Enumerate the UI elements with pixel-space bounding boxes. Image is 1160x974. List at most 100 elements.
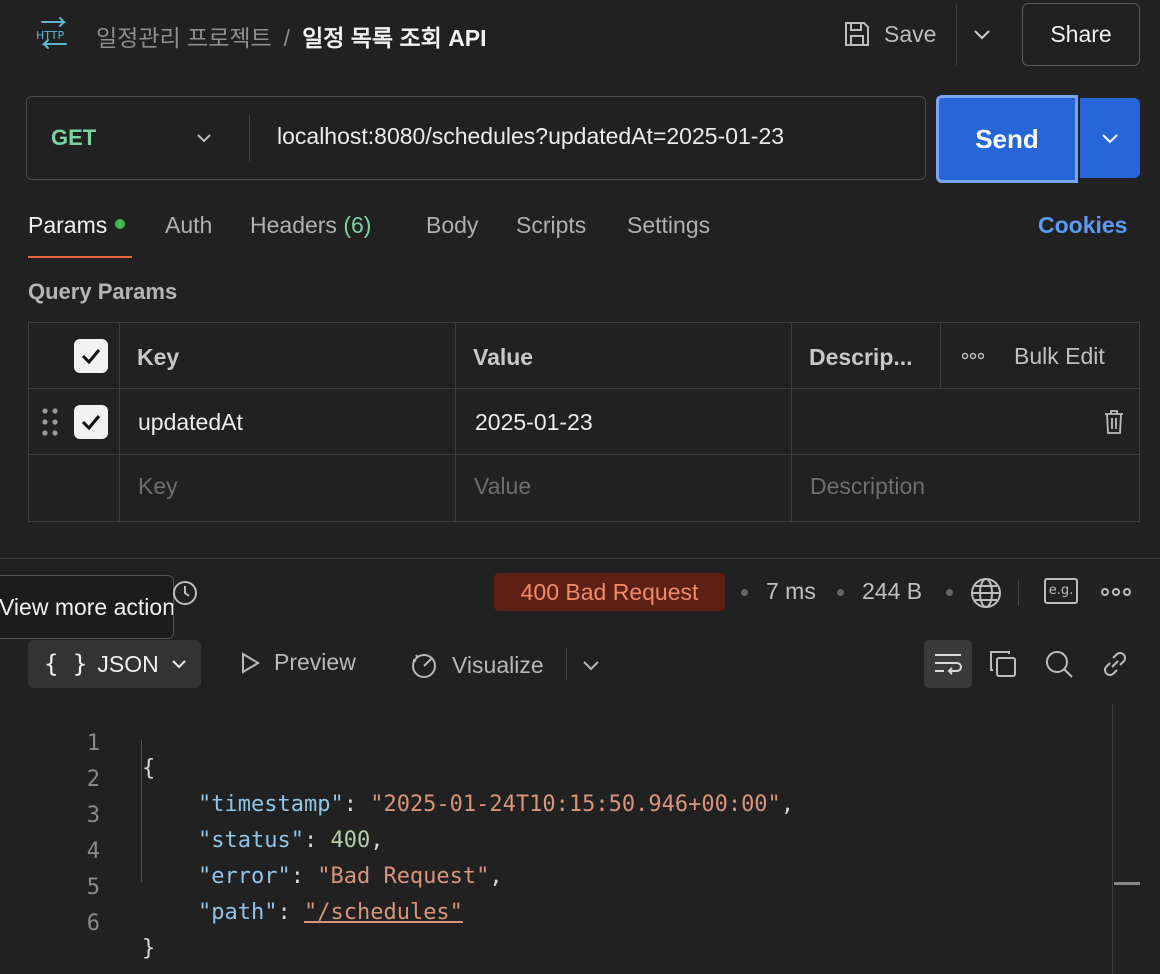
save-icon: [845, 22, 869, 46]
line-number: 6: [86, 911, 100, 936]
code-line: 2 "timestamp": "2025-01-24T10:15:50.946+…: [0, 742, 794, 817]
json-key: "timestamp": [198, 792, 344, 817]
request-title[interactable]: 일정 목록 조회 API: [302, 25, 486, 51]
tab-headers-label: Headers: [250, 212, 337, 238]
tab-scripts[interactable]: Scripts: [516, 212, 586, 239]
check-icon: [81, 415, 101, 431]
chevron-down-icon: [171, 660, 186, 669]
format-select[interactable]: { } JSON: [28, 640, 201, 688]
visualize-button[interactable]: Visualize: [408, 649, 544, 681]
line-number: 4: [86, 839, 100, 864]
line-number: 3: [86, 803, 100, 828]
chevron-down-icon[interactable]: [970, 22, 994, 46]
tab-body[interactable]: Body: [426, 212, 478, 239]
json-key: "path": [198, 900, 278, 925]
visualize-icon: [412, 654, 436, 678]
save-as-example-button[interactable]: e.g.: [1044, 578, 1078, 604]
json-value: 400: [330, 828, 371, 853]
status-badge[interactable]: 400 Bad Request: [494, 573, 725, 611]
col-divider: [940, 323, 941, 388]
row-divider: [29, 388, 1139, 389]
bulk-edit-button[interactable]: Bulk Edit: [1014, 343, 1105, 370]
history-icon[interactable]: [172, 580, 198, 606]
code-text: "error": "Bad Request",: [198, 864, 503, 889]
code-text: "path": "/schedules": [198, 900, 463, 925]
drag-handle-icon[interactable]: [41, 407, 59, 437]
code-text: }: [142, 936, 156, 961]
preview-button[interactable]: Preview: [238, 649, 356, 676]
select-all-checkbox[interactable]: [74, 339, 108, 373]
save-divider: [956, 4, 957, 66]
json-comma: ,: [370, 828, 384, 853]
format-label: JSON: [97, 650, 159, 677]
visualize-label: Visualize: [452, 651, 544, 678]
line-number: 1: [86, 731, 100, 756]
column-header-key: Key: [137, 344, 180, 370]
method-select[interactable]: GET: [51, 125, 96, 151]
more-options-icon[interactable]: [962, 352, 984, 360]
column-header-description: Descrip...: [809, 344, 913, 370]
param-enabled-checkbox[interactable]: [74, 405, 108, 439]
scrollbar-track[interactable]: [1112, 704, 1113, 974]
svg-text:HTTP: HTTP: [36, 29, 65, 42]
meta-separator: [946, 589, 953, 596]
globe-icon[interactable]: [969, 576, 1003, 610]
param-key-input[interactable]: updatedAt: [138, 409, 243, 436]
json-comma: ,: [780, 792, 795, 817]
meta-separator: [837, 589, 844, 596]
link-icon[interactable]: [1099, 648, 1131, 680]
copy-icon[interactable]: [987, 648, 1019, 680]
headers-count: (6): [343, 212, 372, 238]
request-header: HTTP 일정관리 프로젝트 / 일정 목록 조회 API Save Share: [0, 0, 1160, 70]
tab-settings[interactable]: Settings: [627, 212, 710, 239]
response-divider: [0, 558, 1160, 559]
json-key: "error": [198, 864, 291, 889]
column-header-value: Value: [473, 344, 534, 370]
code-text: "status": 400,: [198, 828, 384, 853]
response-time[interactable]: 7 ms: [766, 578, 816, 605]
wrap-icon: [935, 654, 962, 675]
tab-auth[interactable]: Auth: [165, 212, 212, 239]
breadcrumb-separator: /: [283, 25, 291, 51]
send-button[interactable]: Send: [936, 95, 1078, 183]
more-actions-tooltip: View more actions: [0, 575, 174, 639]
chevron-down-icon[interactable]: [580, 654, 602, 676]
tab-headers[interactable]: Headers (6): [250, 212, 371, 239]
query-params-title: Query Params: [28, 279, 178, 304]
code-line: 1 {: [0, 706, 156, 781]
save-button[interactable]: Save: [842, 14, 936, 54]
url-bar: GET localhost:8080/schedules?updatedAt=2…: [26, 96, 926, 180]
param-value-input[interactable]: 2025-01-23: [475, 409, 593, 436]
active-tab-underline: [28, 256, 132, 258]
code-line: 5 "path": "/schedules": [0, 850, 463, 925]
col-divider: [791, 323, 792, 521]
share-button[interactable]: Share: [1022, 3, 1140, 66]
col-divider: [119, 323, 120, 521]
search-icon[interactable]: [1043, 648, 1075, 680]
trash-icon[interactable]: [1103, 409, 1125, 435]
scrollbar-thumb[interactable]: [1114, 882, 1140, 885]
row-divider: [29, 454, 1139, 455]
new-param-value-input[interactable]: Value: [474, 473, 531, 500]
chevron-down-icon[interactable]: [193, 127, 215, 149]
json-comma: ,: [489, 864, 503, 889]
chevron-down-icon: [1102, 134, 1118, 144]
cookies-link[interactable]: Cookies: [1038, 212, 1127, 239]
more-actions-icon[interactable]: [1101, 587, 1131, 597]
json-link-value[interactable]: "/schedules": [304, 900, 463, 925]
url-input[interactable]: localhost:8080/schedules?updatedAt=2025-…: [277, 123, 784, 150]
new-param-key-input[interactable]: Key: [138, 473, 178, 500]
code-line: 6 }: [0, 886, 156, 961]
tooltip-text: View more actions: [0, 594, 174, 620]
send-options-button[interactable]: [1080, 98, 1140, 178]
json-value: "Bad Request": [317, 864, 490, 889]
response-size[interactable]: 244 B: [862, 578, 922, 605]
breadcrumb-collection[interactable]: 일정관리 프로젝트: [96, 25, 272, 51]
tab-params[interactable]: Params: [28, 212, 126, 239]
save-label: Save: [884, 20, 937, 47]
line-number: 2: [86, 767, 100, 792]
wrap-lines-button[interactable]: [924, 640, 972, 688]
http-icon: HTTP: [36, 17, 67, 49]
toolbar-divider: [566, 648, 567, 680]
new-param-description-input[interactable]: Description: [810, 473, 925, 500]
